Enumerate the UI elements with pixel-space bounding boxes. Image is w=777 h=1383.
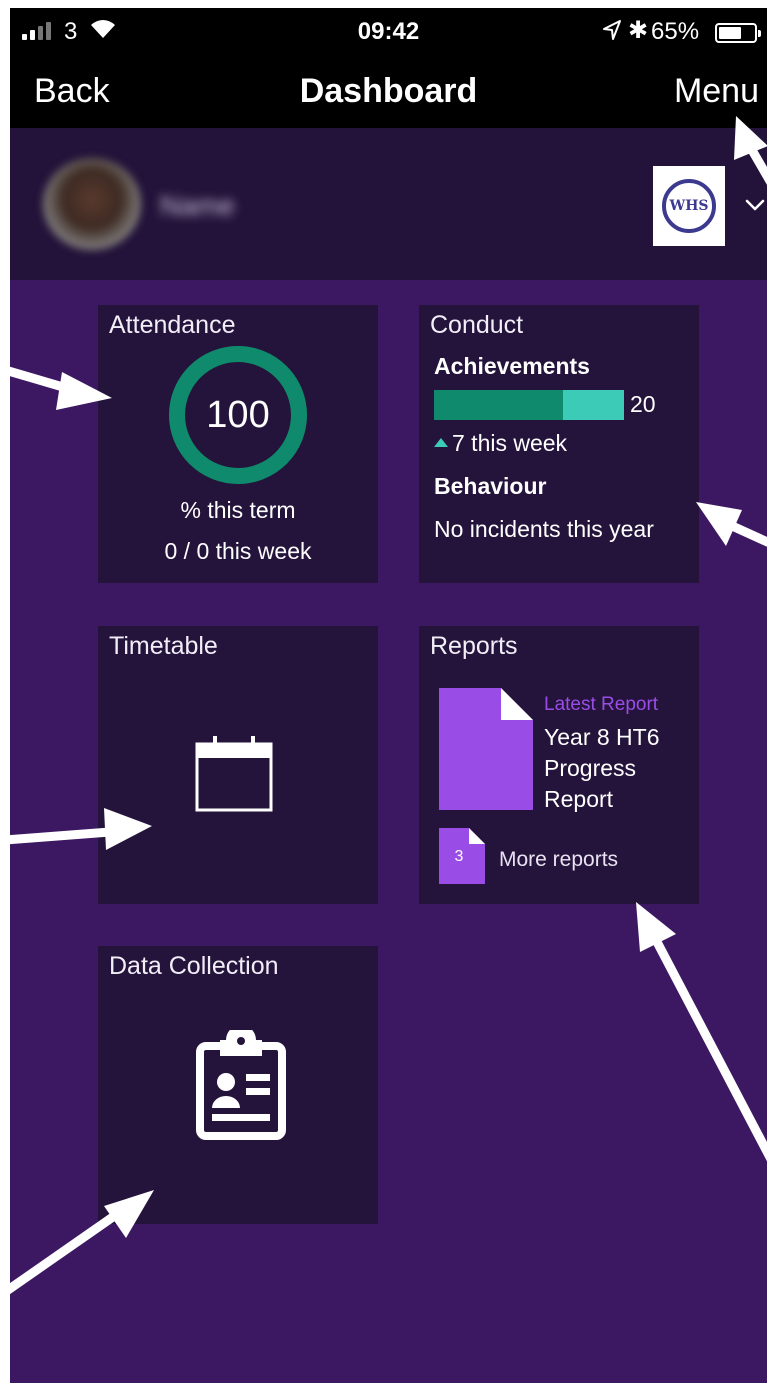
back-button[interactable]: Back: [34, 72, 110, 111]
location-arrow-icon: [603, 20, 621, 40]
reports-tile[interactable]: Reports Latest Report Year 8 HT6 Progres…: [419, 626, 699, 904]
battery-percent: 65%: [651, 18, 700, 45]
attendance-value: 100: [206, 394, 270, 436]
chevron-down-icon[interactable]: [745, 198, 765, 212]
more-reports-link[interactable]: More reports: [499, 848, 618, 872]
attendance-week-label: 0 / 0 this week: [164, 538, 312, 564]
battery-icon: [715, 23, 761, 43]
navigation-bar: Back Dashboard Menu: [10, 68, 767, 118]
achievements-week-delta: 7 this week: [434, 430, 567, 457]
tile-title: Timetable: [109, 632, 218, 660]
school-seal-icon: WHS: [662, 179, 716, 233]
achievements-bar: [434, 390, 624, 420]
behaviour-text: No incidents this year: [434, 516, 654, 542]
attendance-term-label: % this term: [180, 497, 296, 523]
avatar[interactable]: [43, 158, 141, 250]
achievements-value: 20: [630, 391, 656, 417]
latest-report-label: Latest Report: [544, 694, 659, 715]
data-collection-tile[interactable]: Data Collection: [98, 946, 378, 1224]
tile-title: Data Collection: [109, 952, 279, 980]
achievements-bar-fill: [434, 390, 564, 420]
attendance-tile[interactable]: Attendance 100 % this term 0 / 0 this we…: [98, 305, 378, 583]
bluetooth-icon: ✱: [628, 17, 649, 44]
up-triangle-icon: [434, 438, 448, 447]
more-reports-count: 3: [454, 848, 464, 865]
top-bar: 3 09:42 ✱ 65% Back Dashboard Menu: [10, 8, 767, 128]
school-logo[interactable]: WHS: [653, 166, 725, 246]
tile-title: Conduct: [430, 311, 524, 339]
app-screen: 3 09:42 ✱ 65% Back Dashboard Menu Name W…: [10, 8, 767, 1383]
calendar-icon: [195, 736, 273, 812]
latest-report-title[interactable]: Year 8 HT6 Progress Report: [544, 722, 694, 815]
clipboard-icon: [196, 1030, 286, 1140]
page-title: Dashboard: [299, 72, 478, 110]
timetable-tile[interactable]: Timetable: [98, 626, 378, 904]
student-name: Name: [160, 190, 235, 221]
tile-title: Attendance: [109, 311, 236, 339]
week-delta-label: 7 this week: [452, 430, 568, 456]
achievements-heading: Achievements: [434, 353, 590, 379]
conduct-tile[interactable]: Conduct Achievements 20 7 this week Beha…: [419, 305, 699, 583]
tile-title: Reports: [430, 632, 518, 660]
behaviour-heading: Behaviour: [434, 473, 547, 499]
profile-bar: Name WHS: [10, 128, 767, 280]
menu-button[interactable]: Menu: [674, 72, 759, 111]
status-bar: 3 09:42 ✱ 65%: [10, 8, 767, 58]
report-document-icon[interactable]: [439, 688, 533, 810]
